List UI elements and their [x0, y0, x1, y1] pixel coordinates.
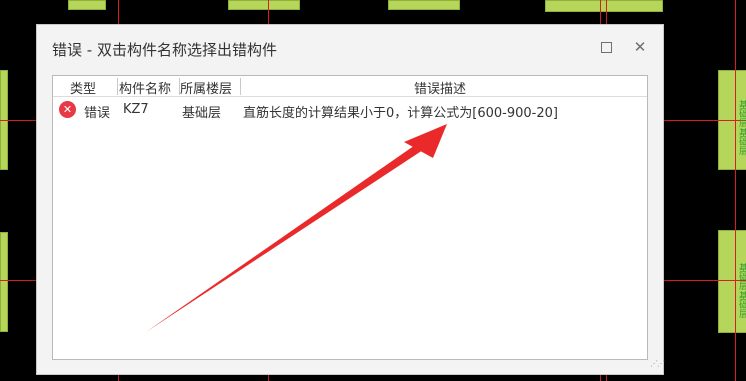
cad-grid-line — [735, 0, 736, 381]
row-description: 直筋长度的计算结果小于0，计算公式为[600-900-20] — [243, 106, 558, 121]
cad-column-label: 基础层 — [737, 100, 746, 127]
close-button[interactable]: ✕ — [631, 37, 649, 57]
cad-column-label: 基础层 — [737, 291, 746, 318]
error-icon: ✕ — [59, 101, 76, 118]
cad-column[interactable] — [545, 0, 663, 12]
row-floor: 基础层 — [182, 106, 222, 121]
cad-column-label: 基础层 — [737, 128, 746, 155]
cad-column[interactable] — [0, 232, 8, 332]
cad-column[interactable] — [388, 0, 460, 10]
row-type: 错误 — [84, 106, 111, 121]
column-header-name[interactable]: 构件名称 — [119, 78, 171, 97]
cad-column[interactable] — [68, 0, 106, 10]
column-header-type[interactable]: 类型 — [70, 78, 96, 97]
row-component-name[interactable]: KZ7 — [123, 102, 149, 117]
error-dialog: 错误 - 双击构件名称选择出错构件 ✕ 类型 构件名称 所属楼层 错误描述 ✕ … — [36, 24, 665, 375]
dialog-title: 错误 - 双击构件名称选择出错构件 — [52, 41, 277, 59]
maximize-button[interactable] — [597, 37, 615, 57]
error-list-header: 类型 构件名称 所属楼层 错误描述 — [53, 76, 647, 97]
resize-grip-icon[interactable]: ⋰⋰ — [650, 360, 665, 371]
column-header-floor[interactable]: 所属楼层 — [180, 78, 232, 97]
cad-column-label: 基础层 — [737, 263, 746, 290]
cad-column[interactable] — [228, 0, 300, 10]
column-separator[interactable] — [240, 78, 241, 95]
table-row[interactable]: ✕ 错误 KZ7 基础层 直筋长度的计算结果小于0，计算公式为[600-900-… — [53, 98, 647, 122]
column-separator[interactable] — [117, 78, 118, 95]
close-icon: ✕ — [633, 38, 647, 56]
column-header-description[interactable]: 错误描述 — [414, 78, 466, 97]
error-list[interactable]: 类型 构件名称 所属楼层 错误描述 ✕ 错误 KZ7 基础层 直筋长度的计算结果… — [52, 75, 648, 360]
maximize-icon — [600, 42, 612, 53]
